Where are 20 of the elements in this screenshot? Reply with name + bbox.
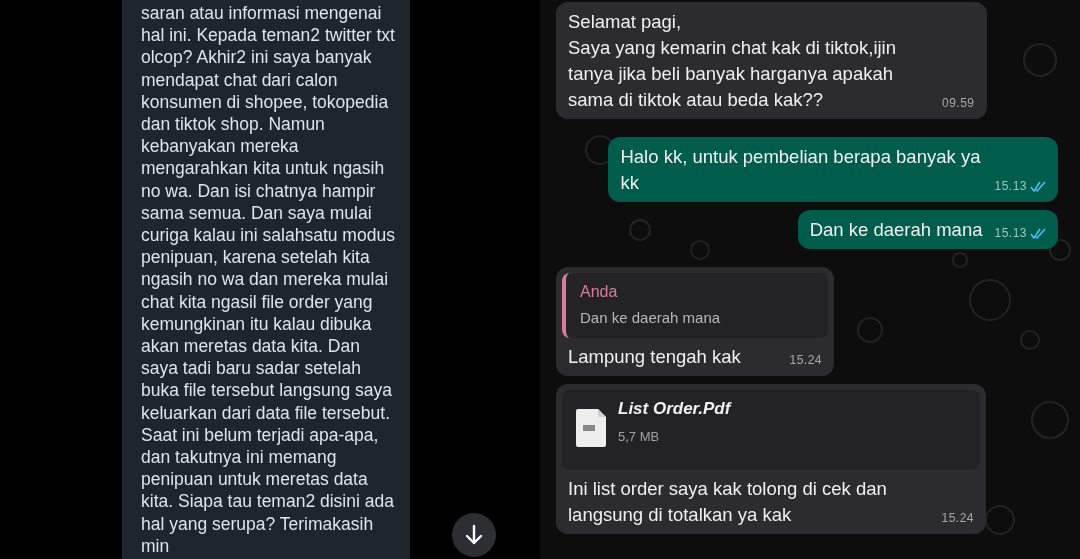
message-text: Selamat pagi, Saya yang kemarin chat kak di tiktok,ijin tanya jika beli banyak harganya apakah sama di tiktok atau beda kak?? (568, 10, 897, 112)
pdf-file-icon (576, 409, 606, 447)
message-text: Lampung tengah kak (568, 345, 741, 369)
document-attachment[interactable]: List Order.Pdf 5,7 MB (562, 390, 980, 470)
quote-author: Anda (580, 282, 619, 302)
message-text: Dan ke daerah mana (809, 218, 983, 242)
message-time: 15.13 (994, 178, 1027, 194)
post-text: saran atau informasi mengenai hal ini. Kepada teman2 twitter txt olcop? Akhir2 ini saya banyak mendapat chat dari calon konsumen di shopee, tokopedia dan tiktok shop. Namun kebanyakan mereka mengarahkan kita untuk ngasih no wa. Dan isi chatnya hampir sama semua. Dan saya mulai curiga kalau ini salahsatu modus penipuan, karena setelah kita ngasih no wa dan mereka mulai chat kita ngasil file order yang kemungkinan itu kalau dibuka akan meretas data kita. Dan saya tadi baru sadar setelah buka file tersebut langsung saya keluarkan dari data file tersebut. Saat ini belum terjadi apa-apa, dan takutnya ini memang penipuan untuk meretas data kita. Siapa tau teman2 disini ada hal yang serupa? Terimakasih min (141, 1, 396, 558)
scroll-down-button[interactable] (452, 513, 496, 557)
message-time: 15.24 (941, 510, 974, 526)
message-text: Ini list order saya kak tolong di cek dan langsung di totalkan ya kak (568, 477, 888, 527)
message-text: Halo kk, untuk pembelian berapa banyak ya kk (620, 145, 982, 195)
file-size: 5,7 MB (618, 428, 661, 446)
message-time: 09.59 (942, 95, 975, 111)
quote-text: Dan ke daerah mana (580, 308, 722, 328)
message-time: 15.13 (994, 225, 1027, 241)
message-time: 15.24 (789, 352, 822, 368)
quoted-message[interactable]: Anda Dan ke daerah mana (562, 273, 828, 338)
file-name: List Order.Pdf (618, 398, 731, 420)
down-arrow-icon (464, 524, 484, 546)
